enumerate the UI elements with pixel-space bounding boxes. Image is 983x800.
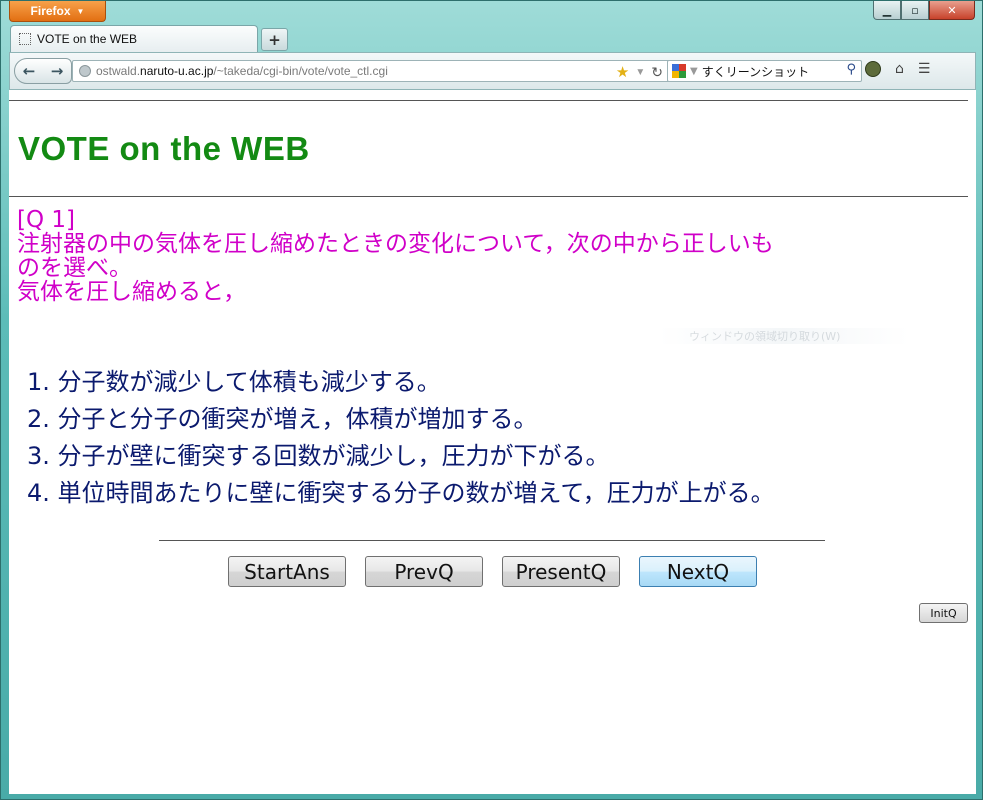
question-block: [Q 1] 注射器の中の気体を圧し縮めたときの変化について，次の中から正しいも … [17,208,957,304]
question-line: のを選べ。 [17,255,132,281]
search-engine-dropdown-icon[interactable]: ▼ [690,66,698,77]
bookmark-star-icon[interactable]: ★ [616,63,629,81]
window-controls: ▁ ▫ ✕ [873,1,975,20]
control-buttons: StartAns PrevQ PresentQ NextQ [228,556,757,587]
start-ans-button[interactable]: StartAns [228,556,346,587]
tab-vote-on-the-web[interactable]: VOTE on the WEB [10,25,258,52]
page-title: VOTE on the WEB [18,130,310,167]
maximize-button[interactable]: ▫ [901,1,929,20]
url-host: naruto-u.ac.jp [140,64,214,78]
search-bar[interactable]: ▼ すくリーンショット ⚲ [667,60,862,82]
choice-item: 1. 分子数が減少して体積も減少する。 [27,368,441,396]
firefox-menu-label: Firefox [30,4,71,18]
home-icon[interactable]: ⌂ [895,61,904,77]
toolbar-buttons: ⌂ ☰ [865,61,930,77]
choice-item: 4. 単位時間あたりに壁に衝突する分子の数が増えて，圧力が上がる。 [27,479,775,507]
back-forward-group: ← → [14,58,72,84]
close-button[interactable]: ✕ [929,1,975,20]
google-icon[interactable] [672,64,686,78]
url-bar[interactable]: ostwald.naruto-u.ac.jp/~takeda/cgi-bin/v… [72,60,670,82]
addon-icon[interactable] [865,61,881,77]
ghost-tooltip: ウィンドウの領域切り取り(W) [659,328,909,344]
divider-buttons [159,540,825,541]
question-line: 気体を圧し縮めると， [17,279,247,305]
page-content: VOTE on the WEB [Q 1] 注射器の中の気体を圧し縮めたときの変… [9,90,976,794]
page-icon [19,33,31,45]
question-number: [Q 1] [17,207,75,233]
present-q-button[interactable]: PresentQ [502,556,620,587]
reload-icon[interactable]: ↻ [651,64,663,81]
minimize-button[interactable]: ▁ [873,1,901,20]
navigation-toolbar: ← → ostwald.naruto-u.ac.jp/~takeda/cgi-b… [9,52,976,90]
forward-arrow-icon[interactable]: → [43,62,71,80]
globe-icon [79,65,91,77]
choice-item: 3. 分子が壁に衝突する回数が減少し，圧力が下がる。 [27,442,610,470]
search-icon[interactable]: ⚲ [846,62,856,77]
choice-list: 1. 分子数が減少して体積も減少する。 2. 分子と分子の衝突が増え，体積が増加… [27,364,775,512]
question-line: 注射器の中の気体を圧し縮めたときの変化について，次の中から正しいも [17,231,774,257]
url-bar-actions: ★ ▼ ↻ [616,63,663,82]
prev-q-button[interactable]: PrevQ [365,556,483,587]
back-arrow-icon[interactable]: ← [15,62,43,80]
history-dropdown-icon[interactable]: ▼ [635,67,645,78]
choice-item: 2. 分子と分子の衝突が増え，体積が増加する。 [27,405,538,433]
search-input[interactable]: すくリーンショット [702,63,809,80]
divider-title [9,196,968,197]
chevron-down-icon: ▼ [76,6,85,16]
next-q-button[interactable]: NextQ [639,556,757,587]
init-q-button[interactable]: InitQ [919,603,968,623]
browser-window: Firefox ▼ ▁ ▫ ✕ VOTE on the WEB + ← → os… [0,0,983,800]
url-prefix: ostwald. [96,64,141,78]
url-text: ostwald.naruto-u.ac.jp/~takeda/cgi-bin/v… [96,64,388,78]
url-path: /~takeda/cgi-bin/vote/vote_ctl.cgi [213,64,388,78]
bookmarks-icon[interactable]: ☰ [918,61,931,77]
tab-title: VOTE on the WEB [37,32,138,46]
new-tab-button[interactable]: + [261,28,288,51]
firefox-menu-button[interactable]: Firefox ▼ [9,1,106,22]
divider-top [9,100,968,101]
